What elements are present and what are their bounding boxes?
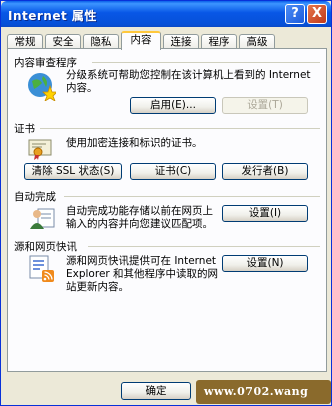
help-icon: ? bbox=[291, 6, 299, 21]
group-divider bbox=[92, 62, 320, 63]
autocomplete-settings-button[interactable]: 设置(I) bbox=[222, 205, 308, 222]
publishers-button[interactable]: 发行者(B) bbox=[222, 163, 308, 180]
tab-content[interactable]: 内容 bbox=[121, 31, 161, 50]
feeds-settings-button[interactable]: 设置(N) bbox=[222, 255, 308, 272]
internet-options-dialog: Internet 属性 ? X 常规 安全 隐私 内容 连接 程序 高级 内容审… bbox=[0, 0, 332, 406]
clear-ssl-state-button[interactable]: 清除 SSL 状态(S) bbox=[24, 163, 122, 180]
enable-button[interactable]: 启用(E)... bbox=[130, 97, 216, 114]
autocomplete-description: 自动完成功能存储以前在网页上输入的内容并向您建议匹配项。 bbox=[66, 205, 213, 230]
feeds-icon bbox=[29, 255, 54, 282]
title-bar[interactable]: Internet 属性 ? X bbox=[1, 1, 331, 27]
certificates-title: 证书 bbox=[14, 123, 35, 135]
close-icon: X bbox=[311, 6, 323, 21]
watermark: www.0702.wang bbox=[196, 380, 331, 404]
content-advisor-description: 分级系统可帮助您控制在该计算机上看到的 Internet 内容。 bbox=[66, 69, 311, 94]
certificates-button[interactable]: 证书(C) bbox=[130, 163, 216, 180]
certificate-icon bbox=[28, 139, 52, 160]
autocomplete-title: 自动完成 bbox=[14, 191, 56, 203]
window-title: Internet 属性 bbox=[8, 9, 97, 23]
feeds-title: 源和网页快讯 bbox=[14, 241, 77, 253]
group-divider bbox=[64, 196, 320, 197]
close-button[interactable]: X bbox=[307, 4, 327, 24]
group-divider bbox=[88, 246, 320, 247]
content-tab-panel: 内容审查程序 分级系统可帮助您控制在该计算机上看到的 Internet 内容。 … bbox=[7, 48, 327, 372]
feeds-description: 源和网页快讯提供可在 Internet Explorer 和其他程序中读取的网站… bbox=[66, 255, 219, 293]
group-divider bbox=[40, 128, 320, 129]
autocomplete-user-icon bbox=[30, 208, 55, 229]
ok-button[interactable]: 确定 bbox=[121, 382, 191, 400]
watermark-text: www.0702.wang bbox=[204, 385, 309, 398]
content-advisor-settings-button[interactable]: 设置(T) bbox=[222, 97, 308, 114]
help-button[interactable]: ? bbox=[285, 4, 305, 24]
certificates-description: 使用加密连接和标识的证书。 bbox=[66, 137, 203, 149]
globe-star-icon bbox=[28, 73, 56, 101]
content-advisor-title: 内容审查程序 bbox=[14, 57, 77, 69]
